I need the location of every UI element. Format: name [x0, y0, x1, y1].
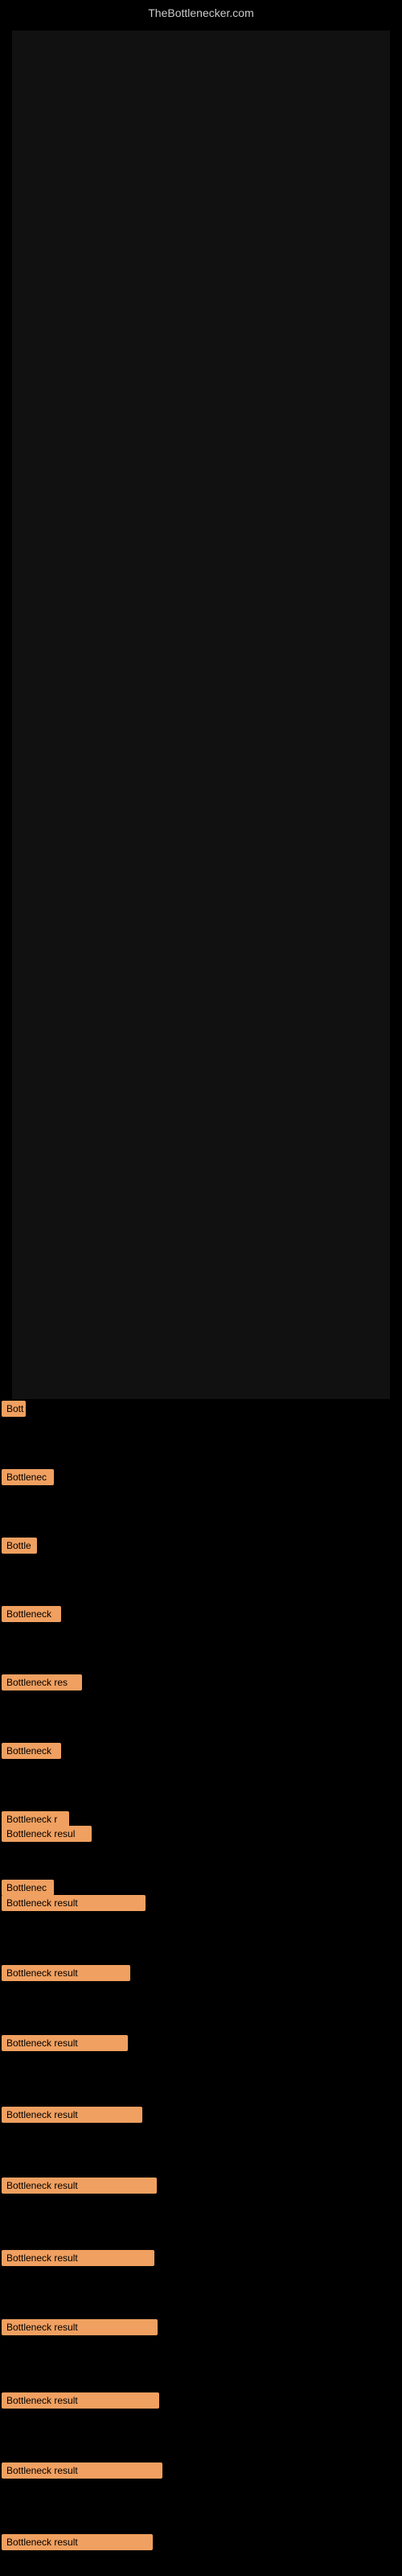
site-title: TheBottlenecker.com: [0, 0, 402, 23]
chart-area: [12, 31, 390, 1399]
page-container: TheBottlenecker.com: [0, 0, 402, 2576]
